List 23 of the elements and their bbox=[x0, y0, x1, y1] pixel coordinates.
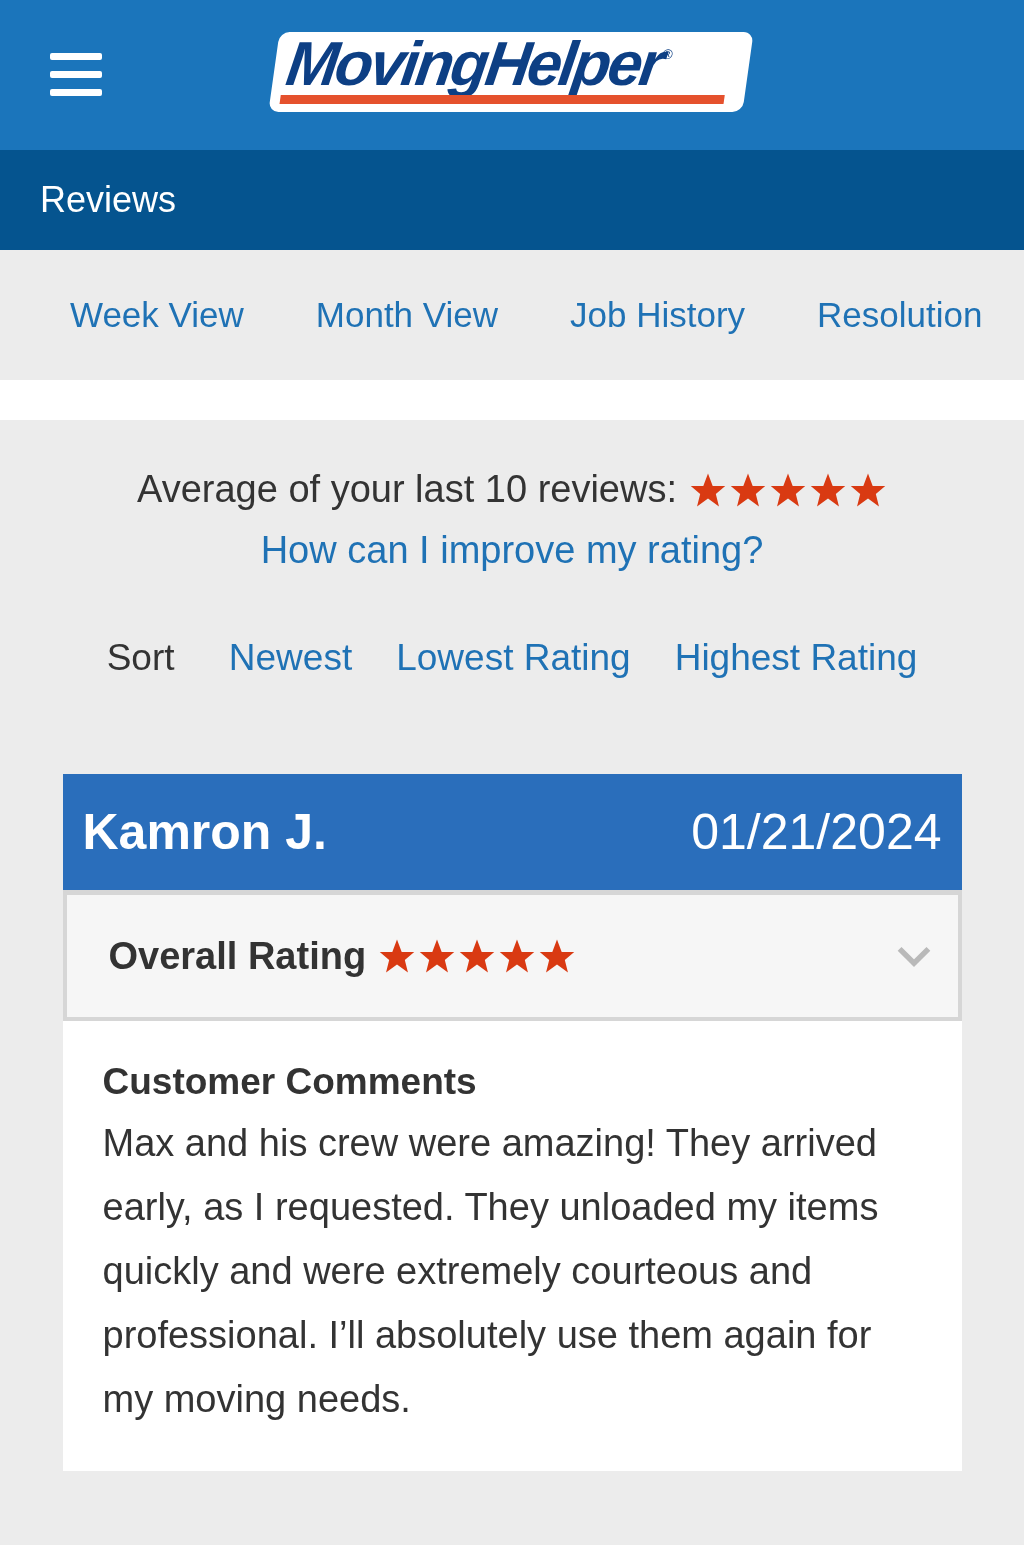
comments-heading: Customer Comments bbox=[102, 1061, 478, 1103]
star-icon bbox=[538, 938, 577, 974]
tab[interactable]: Job History bbox=[570, 295, 746, 335]
tab[interactable]: Resolution bbox=[817, 295, 983, 335]
page-title: Reviews bbox=[40, 179, 177, 221]
rating-panel[interactable]: Overall Rating bbox=[62, 895, 962, 1021]
sort-label: Sort bbox=[106, 637, 175, 678]
tab[interactable]: Week View bbox=[70, 295, 244, 335]
sort-option[interactable]: Highest Rating bbox=[674, 637, 918, 678]
star-icon bbox=[378, 938, 417, 974]
tab[interactable]: Month View bbox=[315, 295, 499, 335]
average-text: Average of your last 10 reviews: bbox=[137, 468, 677, 511]
reviewer-name: Kamron J. bbox=[82, 803, 327, 861]
menu-icon[interactable] bbox=[50, 53, 102, 97]
comment-text: Max and his crew were amazing! They arrived early, as I requested. They unloaded my items quickly and were extremely courteous and professional. I’ll absolutely use them again for my moving needs. bbox=[102, 1121, 880, 1422]
star-icon bbox=[498, 938, 537, 974]
star-icon bbox=[418, 938, 457, 974]
star-icon bbox=[458, 938, 497, 974]
rating-label: Overall Rating bbox=[108, 934, 367, 978]
help-link[interactable]: How can I improve my rating? bbox=[260, 529, 764, 572]
sort-option[interactable]: Newest bbox=[228, 637, 353, 678]
sort-option[interactable]: Lowest Rating bbox=[396, 637, 631, 678]
review-date: 01/21/2024 bbox=[691, 803, 942, 861]
